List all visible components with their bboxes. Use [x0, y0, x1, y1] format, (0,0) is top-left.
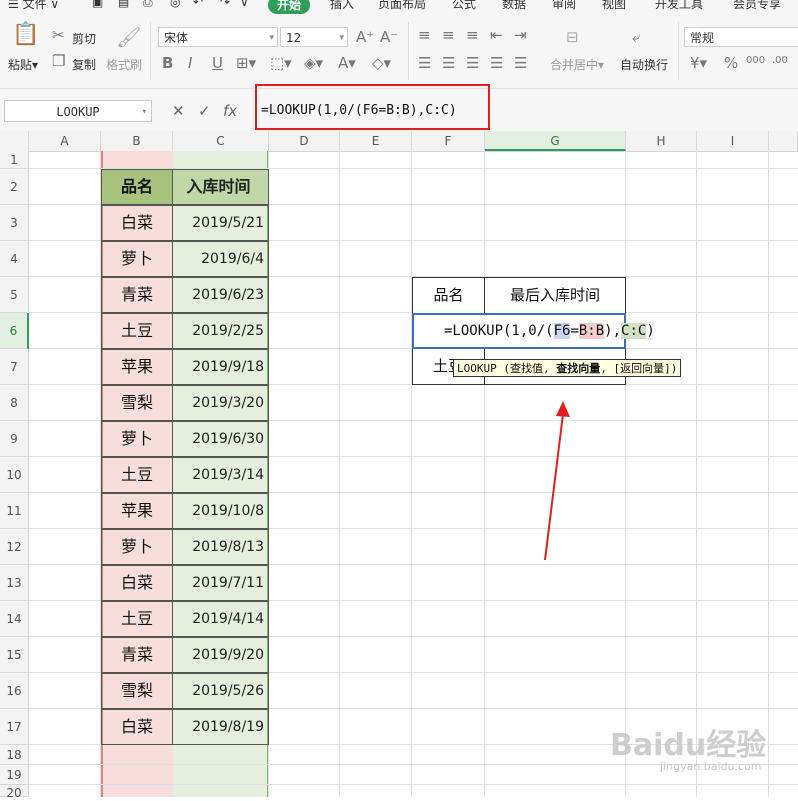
baidu-watermark-url: jingyan.baidu.com	[660, 760, 762, 773]
baidu-watermark: Baidu经验	[610, 728, 767, 763]
arrow-shaft	[544, 413, 564, 561]
annotation-arrow	[544, 401, 570, 561]
arrow-head	[556, 401, 570, 417]
